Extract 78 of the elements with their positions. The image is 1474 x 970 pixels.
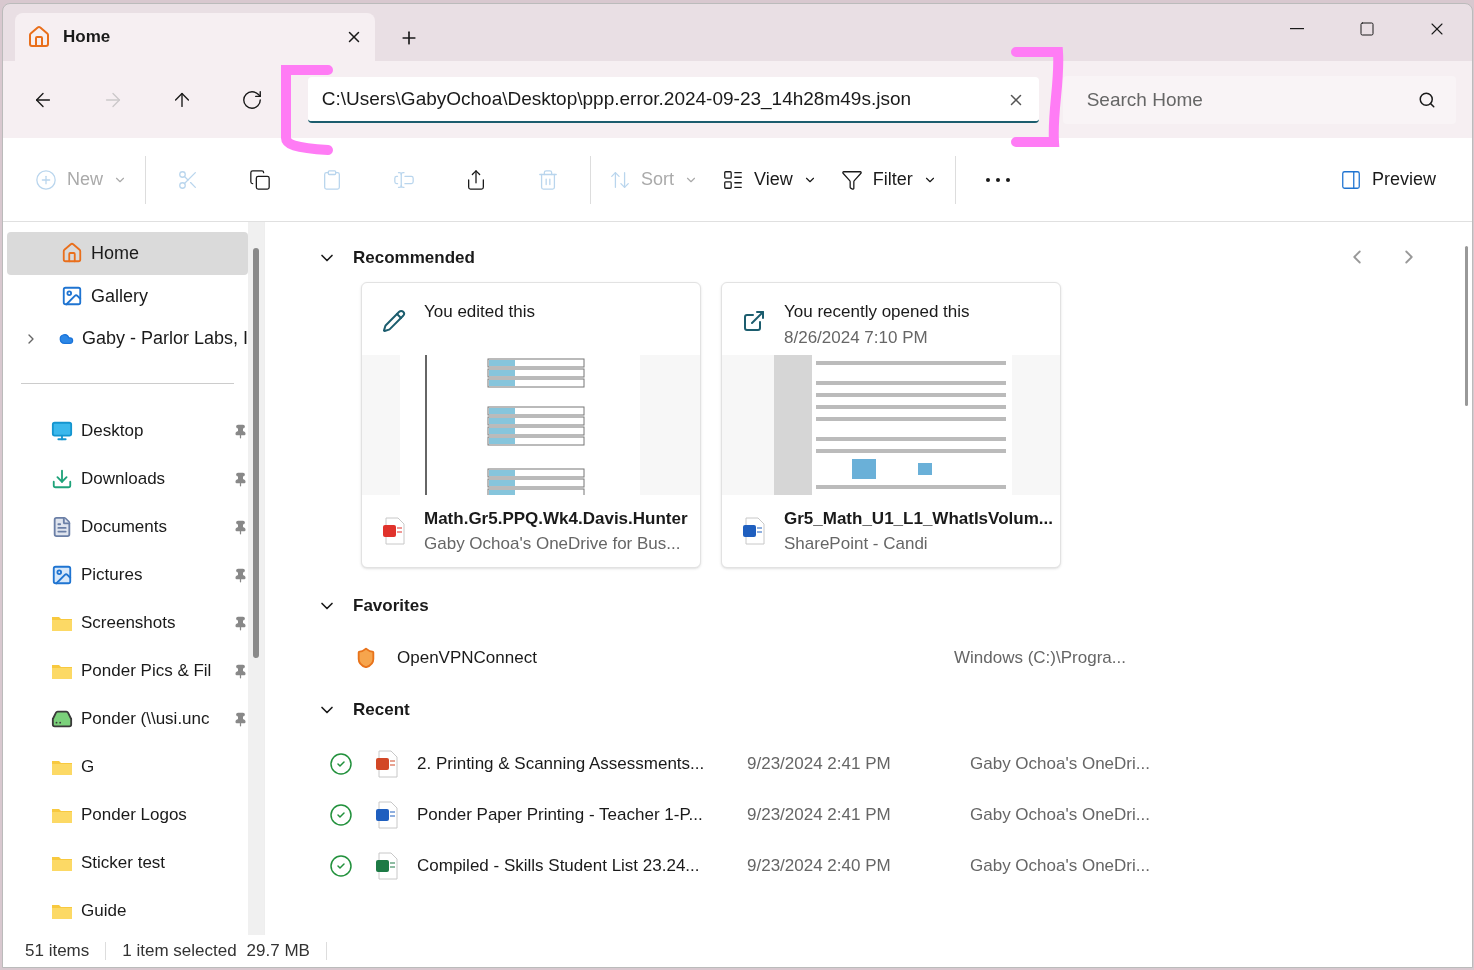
sidebar-item[interactable]: Documents <box>7 503 248 551</box>
gallery-icon <box>61 285 83 308</box>
file-location: Gaby Ochoa's OneDri... <box>970 854 1150 877</box>
word-file-icon <box>742 517 766 545</box>
excel-file-icon <box>375 851 399 880</box>
scrollbar-thumb[interactable] <box>1465 246 1468 406</box>
file-location: Gaby Ochoa's OneDri... <box>970 752 1150 775</box>
sidebar-item[interactable]: Desktop <box>7 407 248 455</box>
sidebar-item[interactable]: G <box>7 743 248 791</box>
sidebar-item[interactable]: Gallery <box>7 274 248 318</box>
pdf-file-icon <box>382 517 406 545</box>
activity-text: You recently opened this <box>784 301 970 323</box>
selection-size: 29.7 MB <box>246 940 310 963</box>
home-icon <box>61 242 83 265</box>
item-count: 51 items <box>25 940 90 963</box>
recent-file-row[interactable]: 2. Printing & Scanning Assessments... 9/23/2024 2:41 PM Gaby Ochoa's OneDri... <box>305 738 1432 789</box>
sidebar-item[interactable]: Ponder Logos <box>7 791 248 839</box>
search-icon <box>1418 90 1436 109</box>
sidebar-item[interactable]: Ponder (\\usi.unc <box>7 695 248 743</box>
file-name: Math.Gr5.PPQ.Wk4.Davis.Hunter <box>424 507 688 530</box>
desktop-icon <box>51 420 73 442</box>
home-icon <box>27 25 51 49</box>
sidebar-item[interactable]: Downloads <box>7 455 248 503</box>
file-name: Gr5_Math_U1_L1_WhatIsVolum... <box>784 507 1053 530</box>
sidebar-item[interactable]: Home <box>7 232 248 275</box>
vpn-app-icon <box>355 647 377 669</box>
folder-icon <box>51 662 73 680</box>
pencil-icon <box>382 309 406 333</box>
search-field[interactable]: Search Home <box>1062 75 1456 124</box>
file-name: Ponder Paper Printing - Teacher 1-P... <box>416 803 704 826</box>
pictures-icon <box>51 564 73 586</box>
activity-date: 8/26/2024 7:10 PM <box>784 326 929 349</box>
scrollbar-thumb[interactable] <box>253 248 259 658</box>
modified-date: 9/23/2024 2:41 PM <box>747 752 892 775</box>
filter-button[interactable]: Filter <box>828 157 949 202</box>
open-external-icon <box>742 309 766 333</box>
file-location: Windows (C:)\Progra... <box>954 647 1126 670</box>
folder-icon <box>51 614 73 632</box>
sidebar-item[interactable]: Pictures <box>7 551 248 599</box>
home-tab[interactable]: Home <box>15 13 375 61</box>
sidebar-item[interactable]: Ponder Pics & Fil <box>7 647 248 695</box>
section-title: Favorites <box>353 595 429 618</box>
folder-icon <box>51 758 73 776</box>
sidebar-item[interactable]: Screenshots <box>7 599 248 647</box>
download-icon <box>51 468 73 490</box>
preview-pane-icon <box>1339 168 1362 191</box>
powerpoint-file-icon <box>375 749 399 778</box>
minimize-icon <box>1290 28 1304 30</box>
file-card[interactable]: You recently opened this 8/26/2024 7:10 PM Gr5_Math_U1_L1_WhatIsVolum... SharePoint - Candi <box>721 282 1061 568</box>
recent-file-row[interactable]: Compiled - Skills Student List 23.24... 9/23/2024 2:40 PM Gaby Ochoa's OneDri... <box>305 840 1432 891</box>
view-button[interactable]: View <box>710 157 829 202</box>
activity-text: You edited this <box>424 301 535 323</box>
recent-file-row[interactable]: Ponder Paper Printing - Teacher 1-P... 9/23/2024 2:41 PM Gaby Ochoa's OneDri... <box>305 789 1432 840</box>
folder-icon <box>51 854 73 872</box>
sidebar-item[interactable]: Gaby - Parlor Labs, I <box>7 317 248 361</box>
modified-date: 9/23/2024 2:41 PM <box>747 803 892 826</box>
file-name: 2. Printing & Scanning Assessments... <box>416 752 706 775</box>
file-name: OpenVPNConnect <box>397 647 538 670</box>
word-file-icon <box>375 800 399 829</box>
selection-info: 1 item selected <box>122 940 237 963</box>
file-location: Gaby Ochoa's OneDrive for Bus... <box>424 533 682 555</box>
file-location: SharePoint - Candi <box>784 533 929 555</box>
folder-icon <box>51 902 73 920</box>
section-title: Recommended <box>353 247 475 270</box>
document-icon <box>51 516 73 538</box>
favorite-row[interactable]: OpenVPNConnect Windows (C:)\Progra... <box>305 628 1432 688</box>
maximize-icon <box>1359 21 1375 37</box>
preview-button[interactable]: Preview <box>1323 157 1452 202</box>
network-drive-icon <box>51 708 73 730</box>
modified-date: 9/23/2024 2:40 PM <box>747 854 892 877</box>
folder-icon <box>51 806 73 824</box>
file-name: Compiled - Skills Student List 23.24... <box>416 854 701 877</box>
sidebar-item[interactable]: Guide <box>7 887 248 935</box>
file-location: Gaby Ochoa's OneDri... <box>970 803 1150 826</box>
address-field[interactable]: C:\Users\GabyOchoa\Desktop\ppp.error.2024-09-23_14h28m49s.json <box>307 76 1039 123</box>
section-title: Recent <box>353 699 410 722</box>
sidebar-item[interactable]: Sticker test <box>7 839 248 887</box>
file-card[interactable]: You edited this Math.Gr5.PPQ.Wk4.Davis.Hunter Gaby Ochoa's OneDrive for Bus... <box>361 282 701 568</box>
